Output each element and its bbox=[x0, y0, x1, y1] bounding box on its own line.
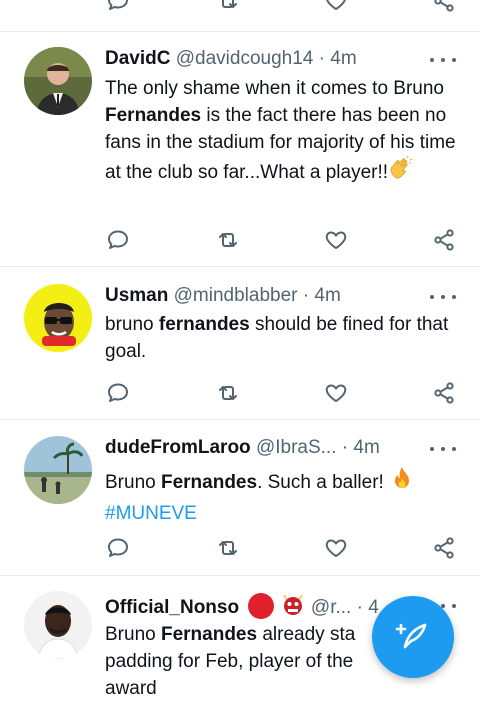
ogre-mask-icon bbox=[280, 591, 306, 619]
divider bbox=[0, 419, 480, 420]
like-icon[interactable] bbox=[321, 533, 351, 563]
user-handle[interactable]: @mindblabber bbox=[174, 285, 298, 306]
share-icon[interactable] bbox=[429, 533, 459, 563]
retweet-icon[interactable] bbox=[213, 533, 243, 563]
user-handle[interactable]: @davidcough14 bbox=[176, 48, 314, 69]
user-name[interactable]: Usman bbox=[105, 285, 168, 306]
avatar[interactable] bbox=[24, 591, 92, 659]
share-icon[interactable] bbox=[429, 0, 459, 16]
compose-tweet-button[interactable] bbox=[372, 596, 454, 678]
tweet-header: Official_Nonso @r... · 4 bbox=[105, 591, 380, 619]
tweet-actions bbox=[0, 0, 480, 16]
divider bbox=[0, 575, 480, 576]
text-segment: padding for Feb, player of the bbox=[105, 651, 354, 672]
clapping-hands-icon bbox=[388, 155, 414, 190]
user-name[interactable]: Official_Nonso bbox=[105, 597, 239, 618]
highlighted-keyword: Fernandes bbox=[160, 624, 258, 645]
avatar[interactable] bbox=[24, 47, 92, 115]
tweet-text: bruno fernandes should be fined for that… bbox=[105, 311, 460, 365]
highlighted-keyword: fernandes bbox=[158, 314, 250, 335]
red-circle-icon bbox=[248, 593, 275, 619]
share-icon[interactable] bbox=[429, 378, 459, 408]
timestamp[interactable]: 4m bbox=[314, 285, 340, 306]
text-segment: Bruno bbox=[105, 624, 161, 645]
retweet-icon[interactable] bbox=[213, 0, 243, 16]
compose-tweet-icon bbox=[393, 615, 433, 660]
tweet-header: Usman @mindblabber · 4m bbox=[105, 282, 420, 310]
tweet-text: Bruno Fernandes. Such a baller! #MUNEVE bbox=[105, 466, 460, 527]
timestamp[interactable]: 4m bbox=[330, 48, 356, 69]
text-segment: award bbox=[105, 678, 157, 699]
tweet-text: The only shame when it comes to Bruno Fe… bbox=[105, 75, 460, 190]
separator: · bbox=[356, 597, 363, 618]
reply-icon[interactable] bbox=[103, 378, 133, 408]
separator: · bbox=[318, 48, 325, 69]
highlighted-keyword: Fernandes bbox=[105, 105, 202, 126]
reply-icon[interactable] bbox=[103, 0, 133, 16]
avatar[interactable] bbox=[24, 436, 92, 504]
tweet-header: DavidC @davidcough14 · 4m bbox=[105, 45, 420, 73]
tweet-actions bbox=[0, 533, 480, 563]
avatar[interactable] bbox=[24, 284, 92, 352]
retweet-icon[interactable] bbox=[213, 378, 243, 408]
user-handle[interactable]: @IbraS... bbox=[256, 437, 337, 458]
user-name[interactable]: DavidC bbox=[105, 48, 170, 69]
separator: · bbox=[302, 285, 310, 306]
divider bbox=[0, 266, 480, 267]
text-segment: Bruno bbox=[105, 472, 161, 493]
tweet-header: dudeFromLaroo @IbraS... · 4m bbox=[105, 434, 420, 462]
hashtag-link[interactable]: #MUNEVE bbox=[105, 503, 197, 524]
text-segment: bruno bbox=[105, 314, 159, 335]
timestamp[interactable]: 4m bbox=[353, 437, 379, 458]
tweet-actions bbox=[0, 225, 480, 255]
share-icon[interactable] bbox=[429, 225, 459, 255]
user-name[interactable]: dudeFromLaroo bbox=[105, 437, 251, 458]
text-segment: . Such a baller! bbox=[257, 472, 390, 493]
tweet-actions bbox=[0, 378, 480, 408]
highlighted-keyword: Fernandes bbox=[160, 472, 258, 493]
fire-icon bbox=[389, 466, 415, 500]
tweet-feed: DavidC @davidcough14 · 4m The only shame… bbox=[0, 0, 480, 708]
more-icon[interactable] bbox=[430, 439, 456, 459]
like-icon[interactable] bbox=[321, 225, 351, 255]
reply-icon[interactable] bbox=[103, 225, 133, 255]
separator: · bbox=[341, 437, 349, 458]
retweet-icon[interactable] bbox=[213, 225, 243, 255]
more-icon[interactable] bbox=[430, 287, 456, 307]
like-icon[interactable] bbox=[321, 378, 351, 408]
reply-icon[interactable] bbox=[103, 533, 133, 563]
text-segment: already sta bbox=[257, 624, 356, 645]
like-icon[interactable] bbox=[321, 0, 351, 16]
divider bbox=[0, 31, 480, 32]
text-segment: The only shame when it comes to Bruno bbox=[105, 78, 445, 99]
user-handle[interactable]: @r... bbox=[311, 597, 351, 618]
more-icon[interactable] bbox=[430, 50, 456, 70]
